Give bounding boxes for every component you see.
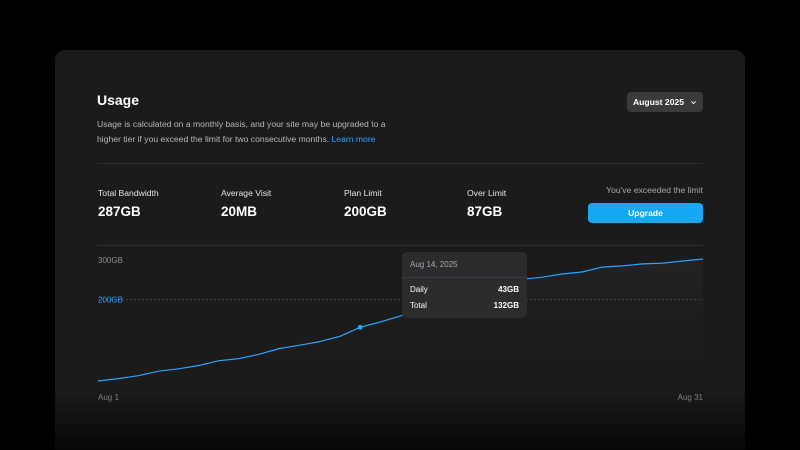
tooltip-daily-value: 43GB: [498, 285, 519, 294]
tooltip-date: Aug 14, 2025: [410, 260, 458, 269]
tooltip-total-row: Total 132GB: [410, 301, 519, 310]
tooltip-total-label: Total: [410, 301, 427, 310]
y-axis-label-300: 300GB: [98, 256, 123, 265]
tooltip-daily-row: Daily 43GB: [410, 285, 519, 294]
tooltip-total-value: 132GB: [493, 301, 519, 310]
highlight-point: [357, 324, 363, 330]
x-axis-label-end: Aug 31: [678, 393, 704, 402]
x-axis-label-start: Aug 1: [98, 393, 119, 402]
usage-card: Usage Usage is calculated on a monthly b…: [55, 50, 745, 450]
tooltip-daily-label: Daily: [410, 285, 428, 294]
chart-area: [98, 259, 703, 381]
y-axis-label-200: 200GB: [98, 296, 123, 305]
chart-tooltip: Aug 14, 2025 Daily 43GB Total 132GB: [402, 252, 527, 318]
usage-chart: 300GB 200GB Aug 1 Aug 31: [97, 256, 704, 402]
tooltip-divider: [402, 277, 527, 278]
